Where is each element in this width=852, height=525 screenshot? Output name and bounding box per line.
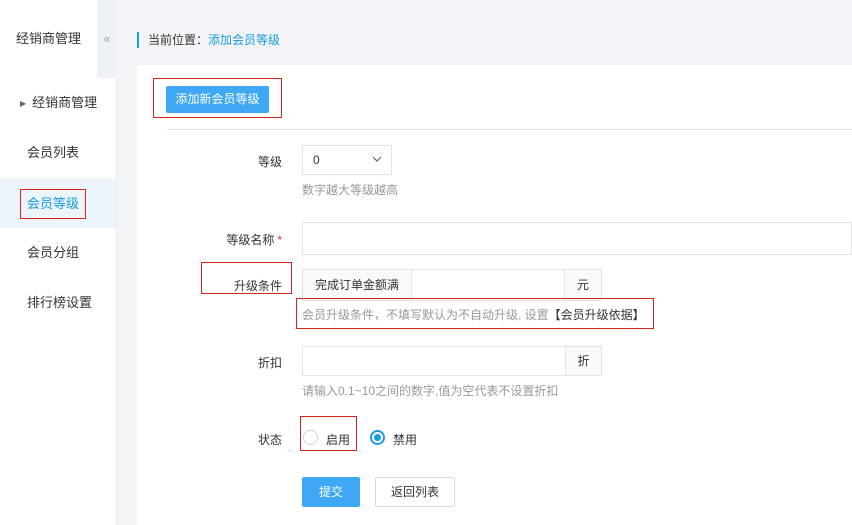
sidebar-item-member-list[interactable]: 会员列表 [0,128,116,178]
sidebar-item-member-level[interactable]: 会员等级 [0,178,116,228]
divider [167,129,852,130]
sidebar-item-label: 会员列表 [27,145,80,160]
required-mark: * [277,233,282,247]
status-disable-radio[interactable] [370,430,385,445]
sidebar: 经销商管理 « ▶ 经销商管理 会员列表 会员等级 会员分组 排行榜设置 [0,0,117,525]
main-content: 当前位置：添加会员等级 添加新会员等级 等级 0 数字越大等级越高 等级名称 * … [117,0,852,525]
chevron-down-icon [372,146,382,185]
breadcrumb-current[interactable]: 添加会员等级 [208,33,280,47]
status-label: 状态 [257,433,282,447]
sidebar-group-label: 经销商管理 [32,95,98,110]
level-name-label: 等级名称 * [142,231,282,248]
sidebar-item-label: 会员分组 [27,245,80,260]
discount-label: 折扣 [257,356,282,370]
level-name-input[interactable] [302,222,852,255]
upgrade-amount-input[interactable] [411,269,565,301]
caret-right-icon: ▶ [20,99,27,108]
upgrade-unit: 元 [564,269,602,301]
status-disable-label[interactable]: 禁用 [393,431,417,448]
upgrade-prefix: 完成订单金额满 [302,269,412,301]
level-select[interactable]: 0 [302,145,392,175]
discount-input[interactable] [302,346,566,376]
breadcrumb-prefix: 当前位置： [148,33,209,47]
upgrade-label: 升级条件 [233,279,282,293]
sidebar-item-member-group[interactable]: 会员分组 [0,228,116,278]
level-hint: 数字越大等级越高 [302,183,399,197]
upgrade-hint: 会员升级条件，不填写默认为不自动升级, 设置【会员升级依据】 [302,306,645,323]
sidebar-item-label: 会员等级 [20,188,87,219]
discount-hint: 请输入0.1~10之间的数字,值为空代表不设置折扣 [302,384,559,398]
discount-unit: 折 [565,346,602,376]
upgrade-basis-link[interactable]: 【会员升级依据】 [549,308,645,322]
form-panel: 添加新会员等级 等级 0 数字越大等级越高 等级名称 * 升级条件 完成订单金额满… [137,65,852,525]
breadcrumb: 当前位置：添加会员等级 [137,32,280,48]
upgrade-hint-text: 会员升级条件，不填写默认为不自动升级, 设置 [302,308,549,322]
sidebar-group-header[interactable]: ▶ 经销商管理 [20,93,97,113]
level-select-value: 0 [313,153,320,167]
sidebar-item-label: 排行榜设置 [27,295,93,310]
level-label: 等级 [257,155,282,169]
sidebar-item-ranking-settings[interactable]: 排行榜设置 [0,278,116,328]
level-name-label-text: 等级名称 [226,233,275,247]
back-to-list-button[interactable]: 返回列表 [375,477,455,507]
collapse-sidebar-icon[interactable]: « [97,0,117,78]
sidebar-title: 经销商管理 [15,31,81,46]
add-member-level-button[interactable]: 添加新会员等级 [166,86,269,113]
status-enable-radio[interactable] [303,430,318,445]
submit-button[interactable]: 提交 [302,477,360,507]
status-enable-label[interactable]: 启用 [326,431,350,448]
